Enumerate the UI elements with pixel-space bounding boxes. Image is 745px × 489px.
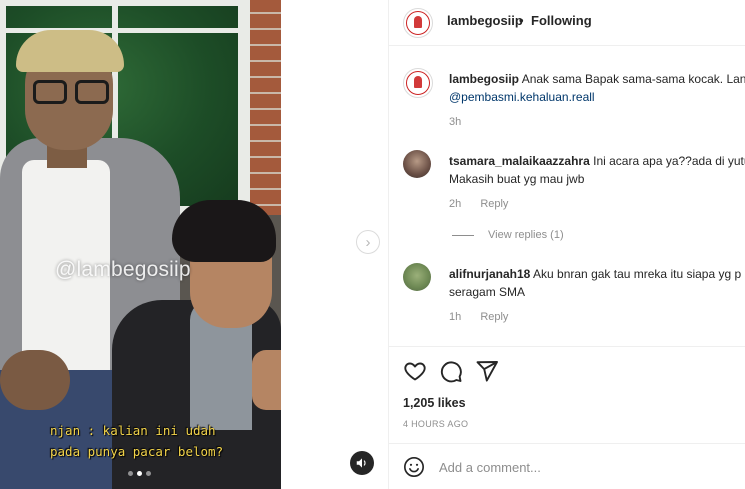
subtitle-line: pada punya pacar belom? [50, 444, 224, 459]
like-count[interactable]: 1,205 likes [403, 396, 466, 410]
comment-username[interactable]: lambegosiip [449, 72, 519, 86]
comment-text: seragam SMA [449, 285, 526, 299]
comment-time[interactable]: 3h [449, 116, 461, 128]
comment-body: alifnurjanah18 Aku bnran gak tau mreka i… [449, 265, 741, 301]
header-separator: • [519, 13, 524, 28]
brand-logo-figure [414, 76, 422, 88]
post-video[interactable]: @lambegosiip njan : kalian ini udah pada… [0, 0, 281, 489]
share-icon[interactable] [475, 359, 499, 383]
person-hand [252, 350, 281, 410]
next-slide-button[interactable]: › [356, 230, 380, 254]
audio-toggle-button[interactable] [350, 451, 374, 475]
comment-meta: 2h Reply [449, 198, 508, 210]
comment-username[interactable]: tsamara_malaikaazzahra [449, 154, 590, 168]
avatar[interactable] [403, 263, 431, 291]
emoji-icon[interactable] [403, 456, 425, 478]
glasses [33, 80, 111, 104]
comment-item: tsamara_malaikaazzahra Ini acara apa ya?… [389, 150, 745, 220]
comment-text: Ini acara apa ya??ada di yutub [593, 154, 745, 168]
post-header: lambegosiip • Following [389, 0, 745, 46]
heart-icon[interactable] [403, 359, 427, 383]
avatar[interactable] [403, 68, 433, 98]
add-comment-bar [389, 443, 745, 489]
reply-button[interactable]: Reply [480, 198, 508, 210]
comment-text: Anak sama Bapak sama-sama kocak. Lanj [521, 72, 745, 86]
divider-line [452, 234, 474, 236]
speaker-icon [356, 458, 366, 468]
view-replies-label: View replies (1) [488, 229, 564, 241]
comment-body: tsamara_malaikaazzahra Ini acara apa ya?… [449, 152, 745, 188]
comment-text: Makasih buat yg mau jwb [449, 172, 585, 186]
brand-logo-figure [414, 16, 422, 28]
video-watermark: @lambegosiip [55, 258, 191, 281]
person-arm [0, 350, 70, 410]
comment-text: Aku bnran gak tau mreka itu siapa yg p [533, 267, 742, 281]
comment-time[interactable]: 2h [449, 198, 461, 210]
following-button[interactable]: Following [531, 13, 592, 28]
video-subtitle: njan : kalian ini udah pada punya pacar … [50, 420, 240, 462]
avatar[interactable] [403, 8, 433, 38]
carousel-dots [128, 471, 151, 476]
subtitle-line: njan : kalian ini udah [50, 423, 216, 438]
post-author-username[interactable]: lambegosiip [447, 13, 523, 28]
comment-item: alifnurjanah18 Aku bnran gak tau mreka i… [389, 263, 745, 333]
chevron-right-icon: › [365, 233, 371, 251]
carousel-dot-active [137, 471, 142, 476]
post-actions: 1,205 likes 4 HOURS AGO [389, 346, 745, 442]
view-replies-button[interactable]: View replies (1) [452, 229, 564, 241]
post-panel: lambegosiip • Following lambegosiip Anak… [389, 0, 745, 489]
comment-input[interactable] [439, 456, 729, 478]
avatar[interactable] [403, 150, 431, 178]
person-hair [16, 30, 124, 72]
comment-body: lambegosiip Anak sama Bapak sama-sama ko… [449, 70, 745, 106]
carousel-dot [128, 471, 133, 476]
comment-time[interactable]: 1h [449, 311, 461, 323]
reply-button[interactable]: Reply [480, 311, 508, 323]
mention-link[interactable]: @pembasmi.kehaluan.reall [449, 90, 595, 104]
caption-comment: lambegosiip Anak sama Bapak sama-sama ko… [389, 68, 745, 133]
person-hair [172, 200, 276, 262]
comment-username[interactable]: alifnurjanah18 [449, 267, 530, 281]
post-timestamp[interactable]: 4 HOURS AGO [403, 419, 468, 429]
comment-meta: 3h [449, 116, 461, 128]
comment-icon[interactable] [439, 359, 463, 383]
comment-meta: 1h Reply [449, 311, 508, 323]
carousel-dot [146, 471, 151, 476]
